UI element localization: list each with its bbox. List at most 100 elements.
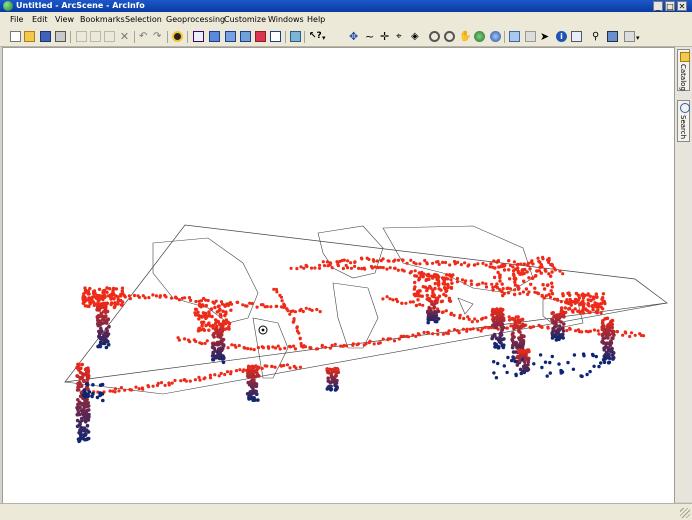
earthquake-point xyxy=(543,268,547,272)
open-folder-icon[interactable] xyxy=(24,31,35,42)
zoom-to-target-icon[interactable]: ⌖ xyxy=(396,31,407,42)
earthquake-point xyxy=(447,298,452,303)
save-icon[interactable] xyxy=(40,31,51,42)
earthquake-point xyxy=(86,292,91,296)
earthquake-point xyxy=(98,336,102,341)
menu-windows[interactable]: Windows xyxy=(268,14,304,26)
layer-icon[interactable] xyxy=(225,31,236,42)
menu-selection[interactable]: Selection xyxy=(125,14,162,26)
full-extent-icon[interactable] xyxy=(474,31,485,42)
status-bar xyxy=(0,503,692,520)
earthquake-point xyxy=(495,318,500,323)
window-icon[interactable] xyxy=(270,31,281,42)
menu-view[interactable]: View xyxy=(55,14,74,26)
toolbar-separator xyxy=(304,31,305,43)
menu-geoprocessing[interactable]: Geoprocessing xyxy=(166,14,225,26)
add-data-icon[interactable] xyxy=(172,31,183,42)
set-observer-icon[interactable]: ◈ xyxy=(411,31,422,42)
3d-scene-canvas[interactable] xyxy=(3,48,674,503)
earthquake-point xyxy=(556,314,560,319)
cut-icon[interactable] xyxy=(76,31,87,42)
earthquake-point xyxy=(217,304,221,308)
close-button[interactable]: ✕ xyxy=(677,1,687,11)
catalog-tab[interactable]: Catalog xyxy=(677,49,690,91)
earthquake-point xyxy=(571,367,576,371)
earthquake-point xyxy=(567,291,571,295)
html-popup-icon[interactable] xyxy=(571,31,582,42)
zoom-in-icon[interactable] xyxy=(429,31,440,42)
delete-icon[interactable]: ✕ xyxy=(119,31,130,42)
help-pointer-icon[interactable]: ↖? xyxy=(309,31,322,42)
earthquake-point xyxy=(242,368,246,372)
earthquake-point xyxy=(326,376,331,381)
search-tab[interactable]: Search xyxy=(677,100,690,142)
earthquake-point xyxy=(562,314,566,319)
earthquake-point xyxy=(461,327,465,331)
earthquake-point xyxy=(414,262,418,266)
earthquake-point xyxy=(76,402,80,407)
earthquake-point xyxy=(480,326,484,330)
clear-selection-icon[interactable] xyxy=(525,31,536,42)
menu-help[interactable]: Help xyxy=(307,14,325,26)
scene-panel-icon[interactable] xyxy=(624,31,635,42)
earthquake-point xyxy=(531,276,535,280)
earthquake-point xyxy=(351,342,355,346)
navigate-icon[interactable]: ✥ xyxy=(349,31,360,42)
earthquake-point xyxy=(120,303,124,307)
toolbar-options-icon[interactable]: ▾ xyxy=(636,31,642,42)
minimize-button[interactable]: _ xyxy=(653,1,663,11)
earthquake-point xyxy=(408,300,412,304)
earthquake-point xyxy=(499,325,504,329)
layer-icon[interactable] xyxy=(240,31,251,42)
earthquake-point xyxy=(550,285,554,289)
earthquake-point xyxy=(517,359,522,363)
toolbar-separator xyxy=(285,31,286,43)
earthquake-point xyxy=(498,274,502,278)
select-features-icon[interactable] xyxy=(509,31,520,42)
earthquake-point xyxy=(102,315,107,320)
globe-icon[interactable] xyxy=(490,31,501,42)
earthquake-point xyxy=(516,315,520,319)
find-icon[interactable]: ⚲ xyxy=(592,31,603,42)
identify-icon[interactable]: i xyxy=(556,31,567,42)
print-icon[interactable] xyxy=(55,31,66,42)
redo-icon[interactable]: ↷ xyxy=(153,31,164,42)
earthquake-point xyxy=(582,354,586,358)
earthquake-point xyxy=(527,276,531,280)
layer-icon[interactable] xyxy=(255,31,266,42)
undo-icon[interactable]: ↶ xyxy=(139,31,150,42)
earthquake-point xyxy=(473,317,477,321)
earthquake-point xyxy=(460,278,465,282)
earthquake-point xyxy=(426,314,431,318)
maximize-button[interactable]: □ xyxy=(665,1,675,11)
earthquake-point xyxy=(119,292,123,297)
earthquake-point xyxy=(315,307,319,312)
earthquake-point xyxy=(226,303,231,308)
menu-bookmarks[interactable]: Bookmarks xyxy=(80,14,125,26)
pan-icon[interactable]: ✋ xyxy=(459,31,471,42)
menu-file[interactable]: File xyxy=(10,14,23,26)
earthquake-point xyxy=(601,336,605,341)
center-target-icon[interactable]: ✛ xyxy=(380,31,391,42)
copy-icon[interactable] xyxy=(90,31,101,42)
earthquake-point xyxy=(516,262,520,267)
earthquake-point xyxy=(484,282,488,286)
layer-icon[interactable] xyxy=(209,31,220,42)
select-elements-icon[interactable]: ➤ xyxy=(540,31,551,42)
toolbar-options-icon[interactable]: ▾ xyxy=(322,31,328,42)
resize-grip[interactable] xyxy=(680,508,690,518)
scene-properties-icon[interactable] xyxy=(193,31,204,42)
paste-icon[interactable] xyxy=(104,31,115,42)
earthquake-point xyxy=(476,262,480,266)
earthquake-point xyxy=(615,330,620,334)
earthquake-point xyxy=(252,348,256,352)
zoom-out-icon[interactable] xyxy=(444,31,455,42)
new-document-icon[interactable] xyxy=(10,31,21,42)
scene-view[interactable] xyxy=(2,47,675,504)
measure-icon[interactable] xyxy=(607,31,618,42)
fly-icon[interactable]: ~ xyxy=(365,31,376,42)
menu-edit[interactable]: Edit xyxy=(32,14,48,26)
earthquake-point xyxy=(427,297,432,301)
model-builder-icon[interactable] xyxy=(290,31,301,42)
menu-customize[interactable]: Customize xyxy=(224,14,266,26)
